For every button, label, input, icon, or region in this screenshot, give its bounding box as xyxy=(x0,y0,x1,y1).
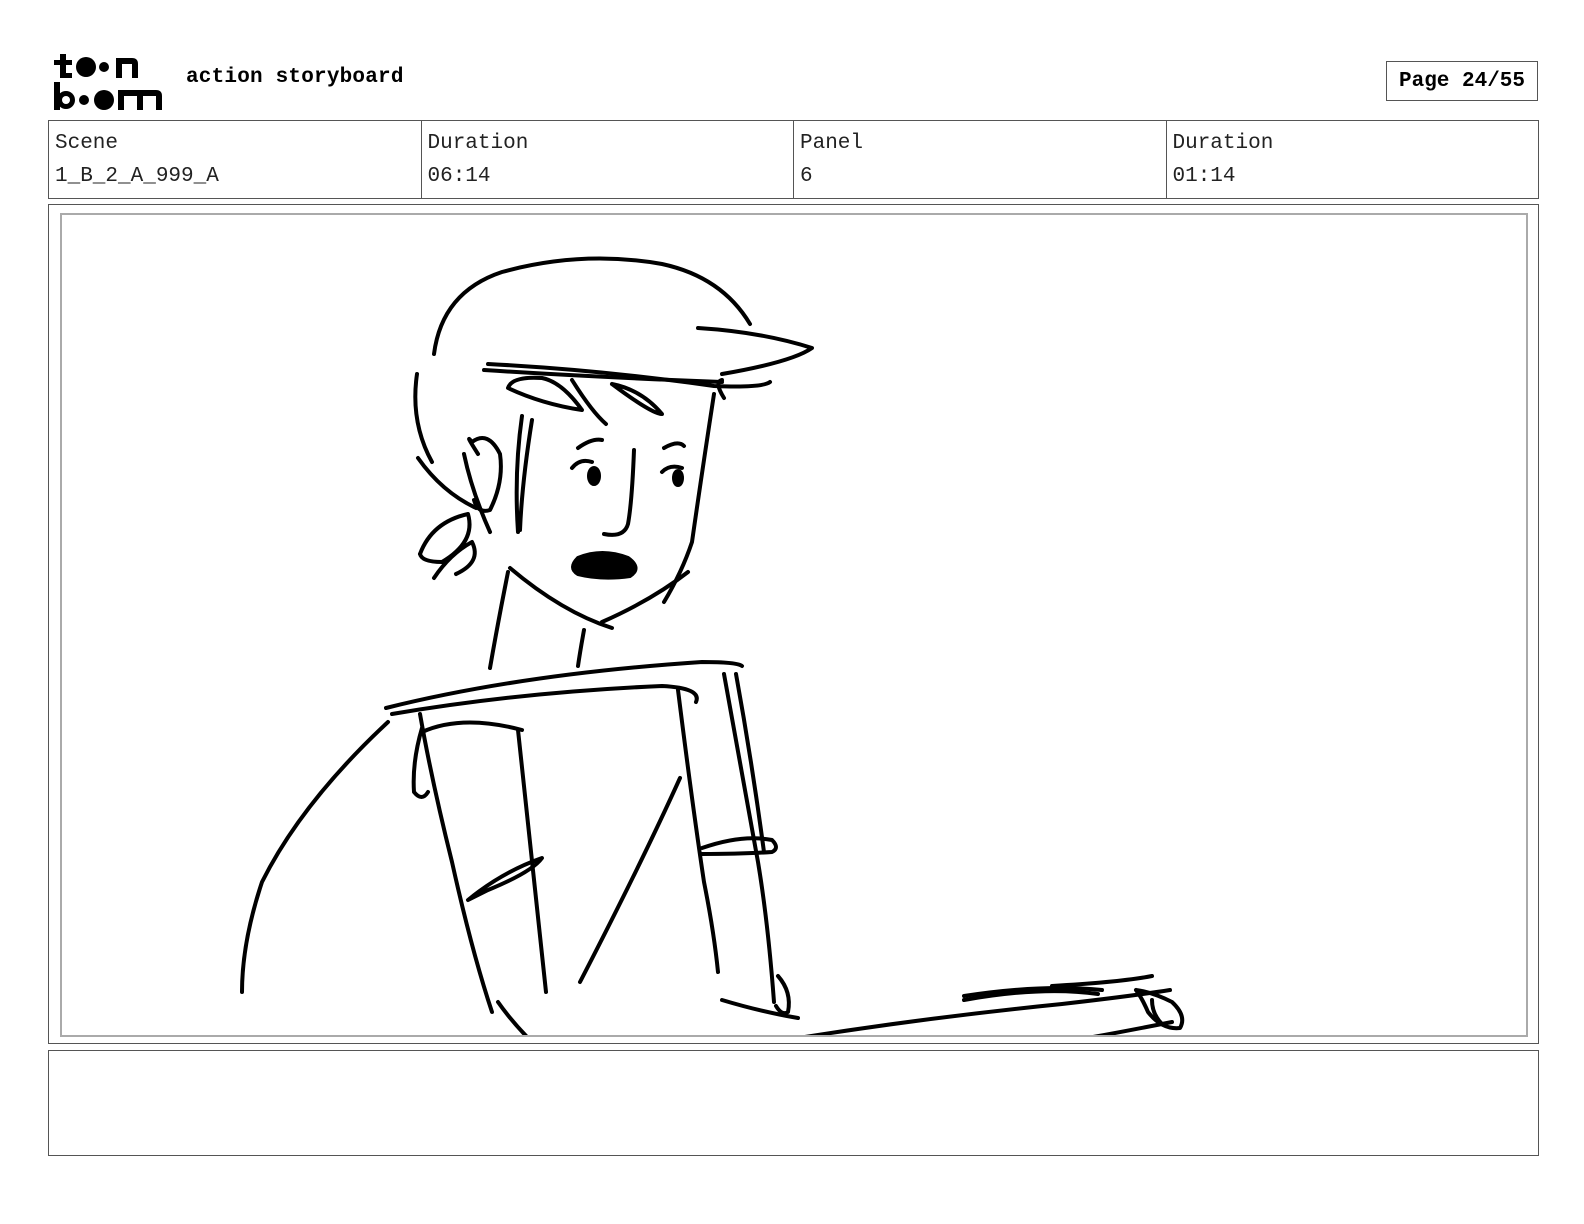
scene-duration-cell: Duration 06:14 xyxy=(422,121,794,198)
scene-duration-label: Duration xyxy=(427,132,529,155)
scene-cell: Scene 1_B_2_A_999_A xyxy=(49,121,422,198)
panel-duration-value: 01:14 xyxy=(1172,165,1236,188)
panel-cell: Panel 6 xyxy=(794,121,1167,198)
scene-value: 1_B_2_A_999_A xyxy=(55,165,219,188)
panel-value: 6 xyxy=(800,165,813,188)
scene-label: Scene xyxy=(55,132,119,155)
scene-duration-value: 06:14 xyxy=(427,165,491,188)
page-indicator: Page 24/55 xyxy=(1386,61,1538,101)
panel-duration-cell: Duration 01:14 xyxy=(1167,121,1539,198)
scene-info-table: Scene 1_B_2_A_999_A Duration 06:14 Panel… xyxy=(48,120,1539,199)
panel-image xyxy=(60,213,1528,1037)
panel-label: Panel xyxy=(800,132,864,155)
panel-duration-label: Duration xyxy=(1172,132,1274,155)
storyboard-sketch xyxy=(240,256,1185,1035)
toon-boom-logo xyxy=(52,50,164,112)
notes-box xyxy=(48,1050,1539,1156)
document-title: action storyboard xyxy=(186,66,404,89)
